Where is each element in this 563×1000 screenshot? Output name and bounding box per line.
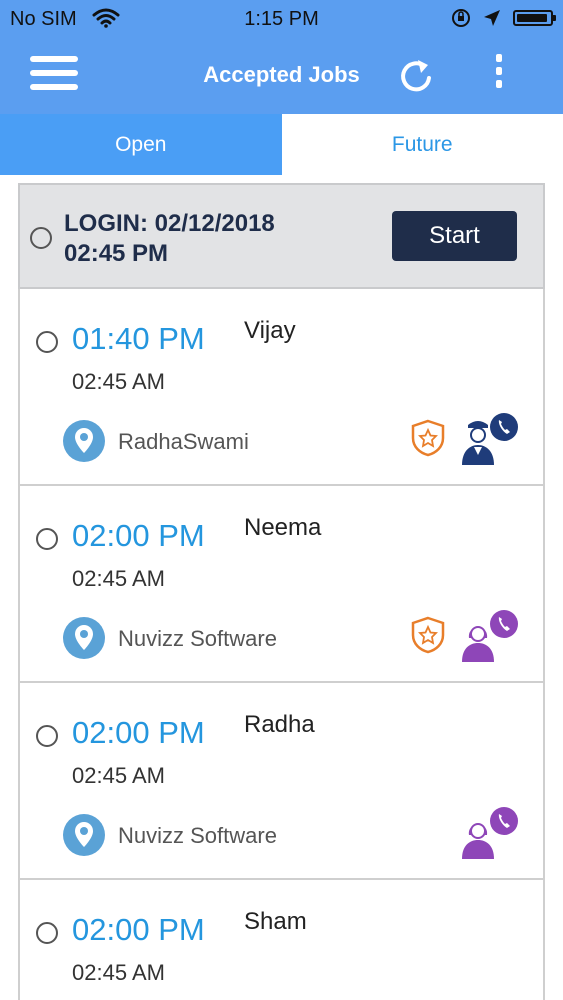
tab-future[interactable]: Future — [281, 114, 563, 175]
job-name: Neema — [244, 514, 322, 541]
job-name: Radha — [244, 711, 315, 738]
job-card[interactable]: 02:00 PM Radha 02:45 AM Nuvizz Software — [18, 683, 545, 880]
battery-icon — [513, 10, 556, 26]
job-radio[interactable] — [36, 528, 58, 550]
job-location: Nuvizz Software — [118, 626, 277, 651]
jobs-list: LOGIN: 02/12/2018 02:45 PM Start 01:40 P… — [18, 183, 545, 1000]
job-start-time: 02:00 PM — [72, 912, 205, 947]
job-location: Nuvizz Software — [118, 823, 277, 848]
orientation-lock-icon — [452, 9, 470, 27]
job-end-time: 02:45 AM — [72, 960, 165, 985]
start-button[interactable]: Start — [392, 211, 517, 261]
job-radio[interactable] — [36, 725, 58, 747]
login-time: 02:45 PM — [64, 240, 169, 267]
status-right-icons — [451, 8, 556, 28]
more-vertical-icon[interactable] — [492, 54, 506, 98]
female-call-icon[interactable] — [460, 608, 520, 664]
app-header: Accepted Jobs — [0, 38, 563, 114]
job-start-time: 02:00 PM — [72, 715, 205, 750]
job-radio[interactable] — [36, 331, 58, 353]
location-pin-icon — [63, 617, 105, 659]
location-pin-icon — [63, 814, 105, 856]
refresh-icon[interactable] — [396, 56, 436, 96]
job-end-time: 02:45 AM — [72, 566, 165, 591]
tab-bar: Open Future — [0, 114, 563, 175]
job-start-time: 01:40 PM — [72, 321, 205, 356]
tab-open[interactable]: Open — [0, 114, 282, 175]
job-end-time: 02:45 AM — [72, 763, 165, 788]
job-radio[interactable] — [36, 922, 58, 944]
job-location: RadhaSwami — [118, 429, 249, 454]
location-pin-icon — [63, 420, 105, 462]
job-name: Sham — [244, 908, 307, 935]
job-card[interactable]: 01:40 PM Vijay 02:45 AM RadhaSwami — [18, 289, 545, 486]
job-card[interactable]: 02:00 PM Neema 02:45 AM Nuvizz Software — [18, 486, 545, 683]
login-radio[interactable] — [30, 227, 52, 249]
login-date: LOGIN: 02/12/2018 — [64, 210, 275, 237]
location-arrow-icon — [484, 10, 500, 26]
job-end-time: 02:45 AM — [72, 369, 165, 394]
status-bar: No SIM 1:15 PM — [0, 0, 563, 38]
job-start-time: 02:00 PM — [72, 518, 205, 553]
page-title: Accepted Jobs — [203, 62, 360, 87]
job-name: Vijay — [244, 317, 296, 344]
security-badge-icon — [411, 419, 445, 457]
job-card[interactable]: 02:00 PM Sham 02:45 AM — [18, 880, 545, 1000]
security-badge-icon — [411, 616, 445, 654]
login-text: LOGIN: 02/12/2018 02:45 PM — [64, 209, 275, 269]
female-call-icon[interactable] — [460, 805, 520, 861]
login-card: LOGIN: 02/12/2018 02:45 PM Start — [18, 183, 545, 289]
officer-call-icon[interactable] — [460, 411, 520, 467]
